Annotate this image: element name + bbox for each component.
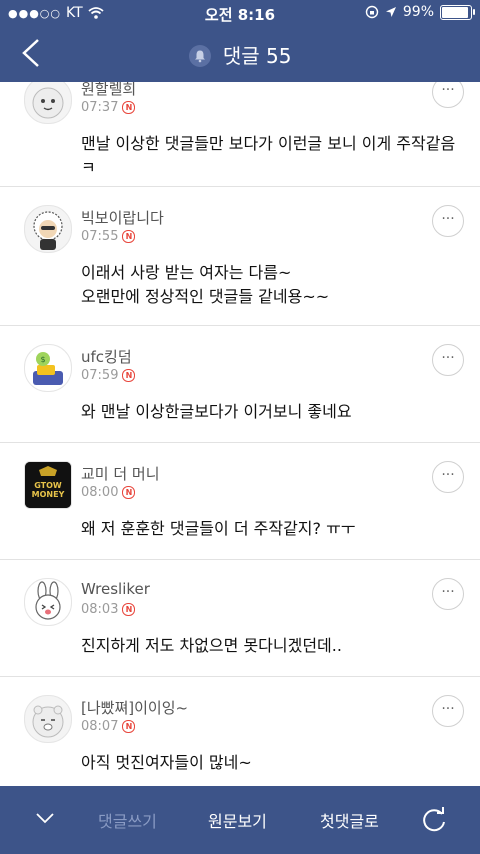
comment-list[interactable]: 원할렐희 07:37 N 맨날 이상한 댓글들만 보다가 이런글 보니 이게 주작…	[0, 82, 480, 786]
more-options-button[interactable]: ···	[432, 578, 464, 610]
comment-time: 08:03	[81, 602, 119, 617]
more-options-button[interactable]: ···	[432, 344, 464, 376]
new-badge: N	[122, 230, 136, 243]
comment-text: 맨날 이상한 댓글들만 보다가 이런글 보니 이게 주작같음ㅋ	[81, 134, 456, 177]
comment-item: 빅보이랍니다 07:55 N 이래서 사랑 받는 여자는 다름~ 오랜만에 정상적…	[0, 187, 480, 326]
comment-item: Wresliker 08:03 N 진지하게 저도 차없으면 못다니겠던데.. ·…	[0, 560, 480, 677]
more-options-button[interactable]: ···	[432, 205, 464, 237]
bell-icon[interactable]	[188, 45, 211, 67]
comment-author: Wresliker	[81, 580, 150, 598]
comment-time: 08:07	[81, 719, 119, 734]
comment-author: 교미 더 머니	[81, 465, 160, 483]
battery-percent: 99%	[402, 4, 434, 20]
comment-text-line: 이래서 사랑 받는 여자는 다름~	[81, 263, 292, 282]
comment-author: 빅보이랍니다	[81, 209, 164, 227]
comment-time: 07:37	[81, 100, 119, 115]
avatar[interactable]	[24, 205, 72, 253]
new-badge: N	[122, 369, 136, 382]
comment-text: 진지하게 저도 차없으면 못다니겠던데..	[81, 636, 342, 655]
comment-time: 07:55	[81, 229, 119, 244]
page-title: 댓글 55	[222, 44, 292, 68]
first-comment-button[interactable]: 첫댓글로	[320, 808, 379, 832]
comment-item: [나빴쪄]이이잉~ 08:07 N 아직 멋진여자들이 많네~ ···	[0, 677, 480, 786]
header: ●●●○○ KT 오전 8:16 99% 댓글 55	[0, 0, 480, 82]
avatar-text: GTOW	[34, 481, 62, 490]
new-badge: N	[122, 603, 136, 616]
comment-text: 왜 저 훈훈한 댓글들이 더 주작같지? ㅠㅜ	[81, 519, 356, 538]
avatar[interactable]	[24, 82, 72, 124]
svg-text:$: $	[40, 355, 45, 364]
battery-icon	[440, 4, 475, 20]
comment-text: 아직 멋진여자들이 많네~	[81, 753, 252, 772]
chevron-down-icon[interactable]	[36, 812, 54, 824]
comment-author: [나빴쪄]이이잉~	[81, 699, 189, 717]
avatar[interactable]	[24, 695, 72, 743]
avatar-text: MONEY	[32, 490, 65, 499]
more-options-button[interactable]: ···	[432, 461, 464, 493]
comment-author: ufc킹덤	[81, 348, 132, 366]
comment-time: 08:00	[81, 485, 119, 500]
avatar[interactable]	[24, 578, 72, 626]
comment-item: $ ufc킹덤 07:59 N 와 맨날 이상한글보다가 이거보니 좋네요 ···	[0, 326, 480, 443]
new-badge: N	[122, 101, 136, 114]
comment-item: GTOW MONEY 교미 더 머니 08:00 N 왜 저 훈훈한 댓글들이 더…	[0, 443, 480, 560]
comment-time: 07:59	[81, 368, 119, 383]
location-icon	[385, 7, 396, 17]
view-original-button[interactable]: 원문보기	[208, 808, 267, 832]
more-options-button[interactable]: ···	[432, 82, 464, 108]
comment-text-line: 오랜만에 정상적인 댓글들 같네용~~	[81, 287, 330, 306]
status-bar: ●●●○○ KT 오전 8:16 99%	[0, 0, 480, 26]
more-options-button[interactable]: ···	[432, 695, 464, 727]
rotation-lock-icon	[365, 5, 379, 19]
write-comment-button[interactable]: 댓글쓰기	[98, 808, 157, 832]
comment-item: 원할렐희 07:37 N 맨날 이상한 댓글들만 보다가 이런글 보니 이게 주작…	[0, 82, 480, 187]
comment-author: 원할렐희	[81, 82, 137, 98]
avatar[interactable]: GTOW MONEY	[24, 461, 72, 509]
new-badge: N	[122, 720, 136, 733]
comment-text: 와 맨날 이상한글보다가 이거보니 좋네요	[81, 402, 352, 421]
refresh-icon[interactable]	[420, 806, 448, 834]
comment-text: 이래서 사랑 받는 여자는 다름~ 오랜만에 정상적인 댓글들 같네용~~	[81, 261, 461, 309]
avatar[interactable]: $	[24, 344, 72, 392]
new-badge: N	[122, 486, 136, 499]
nav-bar: 댓글 55	[0, 26, 480, 82]
bottom-toolbar: 댓글쓰기 원문보기 첫댓글로	[0, 786, 480, 854]
